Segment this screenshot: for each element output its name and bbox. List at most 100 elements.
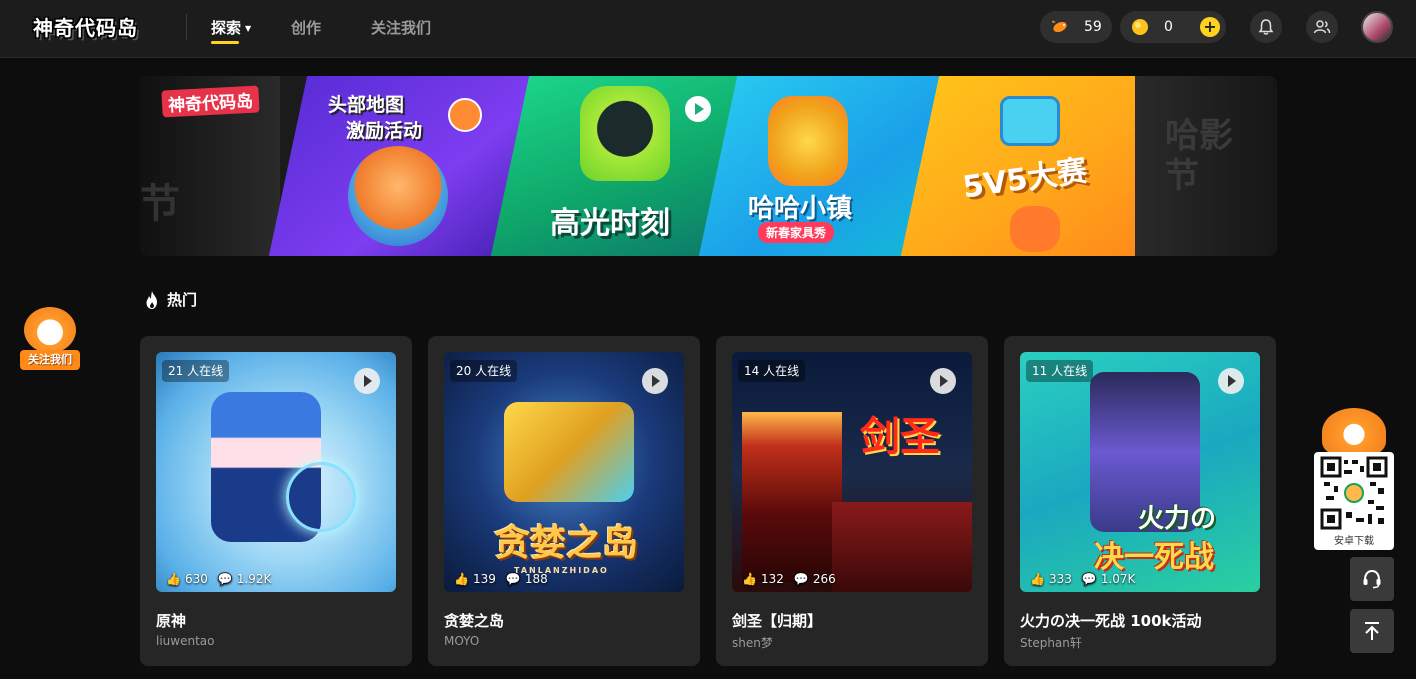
tiger-mascot-art — [1010, 206, 1060, 252]
nav-tab-follow-us[interactable]: 关注我们 — [371, 17, 431, 38]
fish-icon — [1051, 20, 1067, 33]
coin-currency: 0 + — [1120, 11, 1226, 43]
qr-label: 安卓下载 — [1334, 536, 1374, 547]
card-title[interactable]: 火力の决一死战 100k活动 — [1020, 610, 1202, 631]
active-tab-underline — [211, 41, 239, 44]
qr-code-icon — [1320, 456, 1388, 530]
banner-panel3-title: 哈哈小镇 — [748, 194, 853, 224]
online-count: 21 人在线 — [162, 360, 230, 382]
fox-character-art — [348, 146, 448, 246]
game-thumbnail[interactable]: 火力の 决一死战 11 人在线 👍 333 💬 1.07K — [1020, 352, 1260, 592]
user-avatar[interactable] — [1361, 11, 1393, 43]
art-title-text-2: 决一死战 — [1094, 540, 1214, 575]
play-icon[interactable] — [930, 368, 956, 394]
android-download-qr[interactable]: 安卓下载 — [1314, 452, 1394, 550]
art-title-text: 贪婪之岛 — [494, 523, 639, 564]
nav-tab-explore-label: 探索 — [211, 19, 242, 37]
game-card[interactable]: 火力の 决一死战 11 人在线 👍 333 💬 1.07K 火力の决一死战 100k… — [1004, 336, 1276, 666]
bell-icon — [1258, 19, 1274, 35]
friends-button[interactable] — [1306, 11, 1338, 43]
card-title[interactable]: 原神 — [156, 610, 186, 631]
game-card[interactable]: 贪婪之岛 TANLANZHIDAO 20 人在线 👍 139 💬 188 贪婪之岛 … — [428, 336, 700, 666]
card-title[interactable]: 贪婪之岛 — [444, 610, 504, 631]
like-count: 132 — [760, 572, 784, 586]
promo-banner[interactable]: 节 神奇代码岛 头部地图 激励活动 高光时刻 哈哈小镇 新春家具秀 5V5大赛 — [140, 76, 1277, 256]
banner-panel1-line2: 激励活动 — [346, 120, 423, 142]
banner-panel1-line1: 头部地图 — [328, 94, 405, 116]
comment-icon: 💬 — [1081, 572, 1097, 586]
coin-count: 0 — [1164, 19, 1173, 35]
like-icon: 👍 — [1030, 572, 1045, 586]
banner-panel3-subtitle: 新春家具秀 — [758, 222, 835, 243]
online-count: 14 人在线 — [738, 360, 806, 382]
nav-tab-follow-us-label: 关注我们 — [371, 19, 432, 37]
online-count: 20 人在线 — [450, 360, 518, 382]
like-icon: 👍 — [454, 572, 469, 586]
card-author[interactable]: Stephan轩 — [1020, 634, 1082, 651]
card-author[interactable]: MOYO — [444, 634, 479, 648]
add-coin-button[interactable]: + — [1200, 17, 1220, 37]
follow-us-float[interactable]: 关注我们 — [18, 303, 82, 373]
online-count: 11 人在线 — [1026, 360, 1094, 382]
banner-play-icon — [685, 96, 711, 122]
art-title-text-1: 火力の — [1138, 504, 1217, 534]
play-icon[interactable] — [354, 368, 380, 394]
banner-right-edge: 哈影节 — [1135, 76, 1277, 256]
arrow-up-icon — [1365, 622, 1379, 640]
like-count: 630 — [184, 572, 208, 586]
like-icon: 👍 — [742, 572, 757, 586]
game-thumbnail[interactable]: 贪婪之岛 TANLANZHIDAO 20 人在线 👍 139 💬 188 — [444, 352, 684, 592]
coin-icon — [1132, 19, 1148, 35]
banner-panel2-title: 高光时刻 — [550, 206, 670, 241]
art-title-text: 剑圣 — [860, 414, 940, 460]
users-icon — [1313, 20, 1331, 34]
notification-button[interactable] — [1250, 11, 1282, 43]
card-author[interactable]: shen梦 — [732, 634, 773, 651]
nav-divider — [186, 14, 187, 40]
top-navbar: 神奇代码岛 探索 ▼ 创作 关注我们 59 0 + — [0, 0, 1416, 58]
comment-icon: 💬 — [505, 572, 521, 586]
comment-icon: 💬 — [217, 572, 233, 586]
cat-character-art — [580, 86, 670, 181]
game-thumbnail[interactable]: 21 人在线 👍 630 💬 1.92K — [156, 352, 396, 592]
nav-tab-explore[interactable]: 探索 ▼ — [211, 17, 252, 44]
game-card[interactable]: 21 人在线 👍 630 💬 1.92K 原神 liuwentao — [140, 336, 412, 666]
game-thumbnail[interactable]: 剑圣 14 人在线 👍 132 💬 266 — [732, 352, 972, 592]
card-stats: 👍 333 💬 1.07K — [1030, 572, 1135, 586]
card-stats: 👍 132 💬 266 — [742, 572, 836, 586]
game-card[interactable]: 剑圣 14 人在线 👍 132 💬 266 剑圣【归期】 shen梦 — [716, 336, 988, 666]
section-title: 热门 — [167, 291, 198, 309]
follow-us-label: 关注我们 — [20, 350, 80, 370]
back-to-top-button[interactable] — [1350, 609, 1394, 653]
caret-down-icon: ▼ — [245, 24, 252, 33]
comment-count: 188 — [524, 572, 548, 586]
card-title[interactable]: 剑圣【归期】 — [732, 610, 822, 631]
treasure-art — [504, 402, 634, 502]
section-hot: 热门 — [143, 289, 197, 310]
comment-icon: 💬 — [793, 572, 809, 586]
magic-circle-art — [286, 462, 356, 532]
banner-badge-icon — [448, 98, 482, 132]
nav-tab-create-label: 创作 — [291, 19, 322, 37]
banner-right-text: 哈影节 — [1165, 116, 1233, 196]
like-icon: 👍 — [166, 572, 181, 586]
card-author[interactable]: liuwentao — [156, 634, 214, 648]
comment-count: 1.07K — [1100, 572, 1136, 586]
nav-tab-create[interactable]: 创作 — [291, 17, 321, 38]
like-count: 139 — [472, 572, 496, 586]
play-icon[interactable] — [642, 368, 668, 394]
comment-count: 1.92K — [236, 572, 272, 586]
fish-currency[interactable]: 59 — [1040, 11, 1112, 43]
tiger-character-art — [768, 96, 848, 186]
like-count: 333 — [1048, 572, 1072, 586]
fish-count: 59 — [1084, 19, 1102, 35]
trophy-art — [1000, 96, 1060, 146]
play-icon[interactable] — [1218, 368, 1244, 394]
fox-mascot-icon — [24, 307, 76, 353]
card-stats: 👍 139 💬 188 — [454, 572, 548, 586]
site-logo[interactable]: 神奇代码岛 — [33, 12, 138, 44]
customer-service-button[interactable] — [1350, 557, 1394, 601]
banner-logo: 神奇代码岛 — [161, 85, 260, 118]
fire-icon — [146, 290, 157, 309]
banner-left-text: 节 — [140, 181, 180, 227]
